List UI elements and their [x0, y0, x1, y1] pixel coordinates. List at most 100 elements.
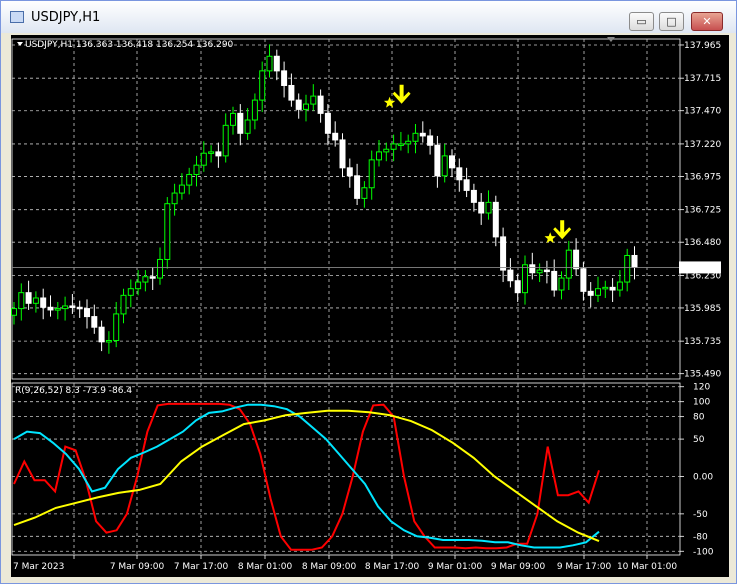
bullish-candle	[624, 254, 631, 283]
price-axis-label: 136.975	[684, 172, 721, 182]
price-axis-label: 136.480	[684, 238, 721, 248]
bullish-candle	[127, 288, 134, 296]
price-axis-label: 137.470	[684, 107, 721, 117]
bullish-candle	[383, 148, 390, 153]
bullish-candle	[485, 201, 492, 214]
bullish-candle	[259, 70, 266, 101]
bearish-candle	[339, 139, 346, 169]
bullish-candle	[18, 292, 25, 310]
indicator-axis-label: 0.00	[693, 472, 713, 482]
indicator-pane-frame	[11, 382, 681, 556]
bullish-candle	[113, 313, 120, 341]
close-icon: ✕	[702, 15, 712, 28]
bullish-candle	[266, 55, 273, 72]
bullish-candle	[303, 103, 309, 110]
bearish-candle	[237, 112, 244, 134]
bearish-candle	[529, 264, 536, 274]
bearish-candle	[47, 306, 54, 311]
bullish-candle	[193, 164, 200, 175]
time-axis-label: 7 Mar 17:00	[174, 562, 229, 572]
price-axis-label: 135.490	[684, 370, 721, 380]
bearish-candle	[76, 306, 83, 310]
window-title: USDJPY,H1	[31, 10, 101, 25]
bullish-candle	[244, 119, 251, 134]
maximize-button[interactable]: □	[659, 12, 684, 31]
indicator-axis-label: -50	[693, 510, 708, 520]
bullish-candle	[171, 192, 178, 205]
bearish-candle	[346, 167, 353, 177]
price-axis-label: 137.220	[684, 140, 721, 150]
bullish-candle	[412, 132, 419, 142]
bearish-candle	[456, 167, 463, 181]
bullish-candle	[32, 297, 39, 304]
indicator-axis-label: -80	[693, 532, 708, 542]
price-axis-label: 135.735	[684, 337, 721, 347]
bearish-candle	[587, 290, 594, 296]
bullish-candle	[142, 276, 149, 283]
bearish-candle	[631, 254, 638, 268]
bearish-candle	[317, 95, 324, 114]
bullish-candle	[368, 159, 375, 189]
bullish-candle	[11, 308, 17, 316]
bullish-candle	[62, 305, 69, 310]
bullish-candle	[390, 143, 397, 150]
bearish-candle	[580, 268, 587, 292]
bearish-candle	[470, 189, 477, 203]
bullish-candle	[164, 203, 171, 260]
time-axis-label: 9 Mar 09:00	[491, 562, 546, 572]
bullish-candle	[178, 184, 185, 194]
time-axis-label: 7 Mar 2023	[13, 562, 64, 572]
time-axis-label: 9 Mar 17:00	[557, 562, 612, 572]
bullish-candle	[230, 112, 236, 126]
bullish-candle	[186, 173, 193, 186]
bearish-candle	[573, 249, 580, 270]
close-button[interactable]: ✕	[691, 12, 723, 31]
bullish-candle	[251, 99, 258, 121]
bearish-candle	[281, 70, 288, 86]
bullish-candle	[157, 258, 163, 279]
signal-star-icon	[383, 96, 396, 108]
time-axis-label: 8 Mar 01:00	[238, 562, 293, 572]
price-chart[interactable]: 7 Mar 2023 7 Mar 09:00 7 Mar 17:00 8 Mar 01…	[11, 35, 729, 577]
terminal-window: USDJPY,H1 ▭ □ ✕ 7 Mar 2023 7 Mar 09:00 7 M…	[0, 0, 737, 584]
bearish-candle	[478, 201, 485, 214]
indicator-axis-label: 120	[693, 383, 710, 393]
title-bar[interactable]: USDJPY,H1 ▭ □ ✕	[1, 1, 736, 33]
bearish-candle	[354, 175, 361, 199]
signal-down-arrow-icon	[392, 84, 411, 104]
bullish-candle	[616, 281, 623, 291]
chart-shift-icon[interactable]	[607, 37, 615, 42]
bullish-candle	[120, 294, 127, 315]
price-axis-label: 137.965	[684, 41, 721, 51]
bearish-candle	[69, 305, 76, 308]
signal-star-icon	[544, 232, 556, 243]
bullish-candle	[135, 281, 142, 290]
bearish-candle	[434, 144, 441, 177]
time-axis-label: 8 Mar 09:00	[302, 562, 357, 572]
bullish-candle	[200, 152, 207, 166]
bearish-candle	[25, 292, 32, 304]
bearish-candle	[98, 326, 105, 343]
bearish-candle	[332, 132, 339, 141]
chart-area[interactable]: 7 Mar 2023 7 Mar 09:00 7 Mar 17:00 8 Mar 01…	[11, 35, 729, 577]
bearish-candle	[295, 99, 302, 110]
bearish-candle	[149, 276, 156, 279]
collapse-arrow-icon[interactable]	[17, 42, 23, 46]
bullish-candle	[441, 155, 448, 177]
bearish-candle	[427, 135, 434, 146]
bullish-candle	[602, 286, 609, 290]
bearish-candle	[543, 269, 550, 273]
indicator-axis-label: 80	[693, 413, 705, 423]
minimize-button[interactable]: ▭	[629, 12, 654, 31]
price-axis-label: 136.725	[684, 206, 721, 216]
bearish-candle	[500, 236, 507, 271]
bearish-candle	[273, 55, 280, 72]
price-axis-label: 135.985	[684, 304, 721, 314]
bearish-candle	[551, 270, 558, 291]
minimize-icon: ▭	[636, 15, 647, 28]
indicator-axis-label: -100	[693, 547, 714, 557]
bullish-candle	[558, 277, 565, 291]
bearish-candle	[419, 132, 426, 137]
bearish-candle	[84, 308, 90, 318]
signal-down-arrow-icon	[553, 220, 572, 240]
